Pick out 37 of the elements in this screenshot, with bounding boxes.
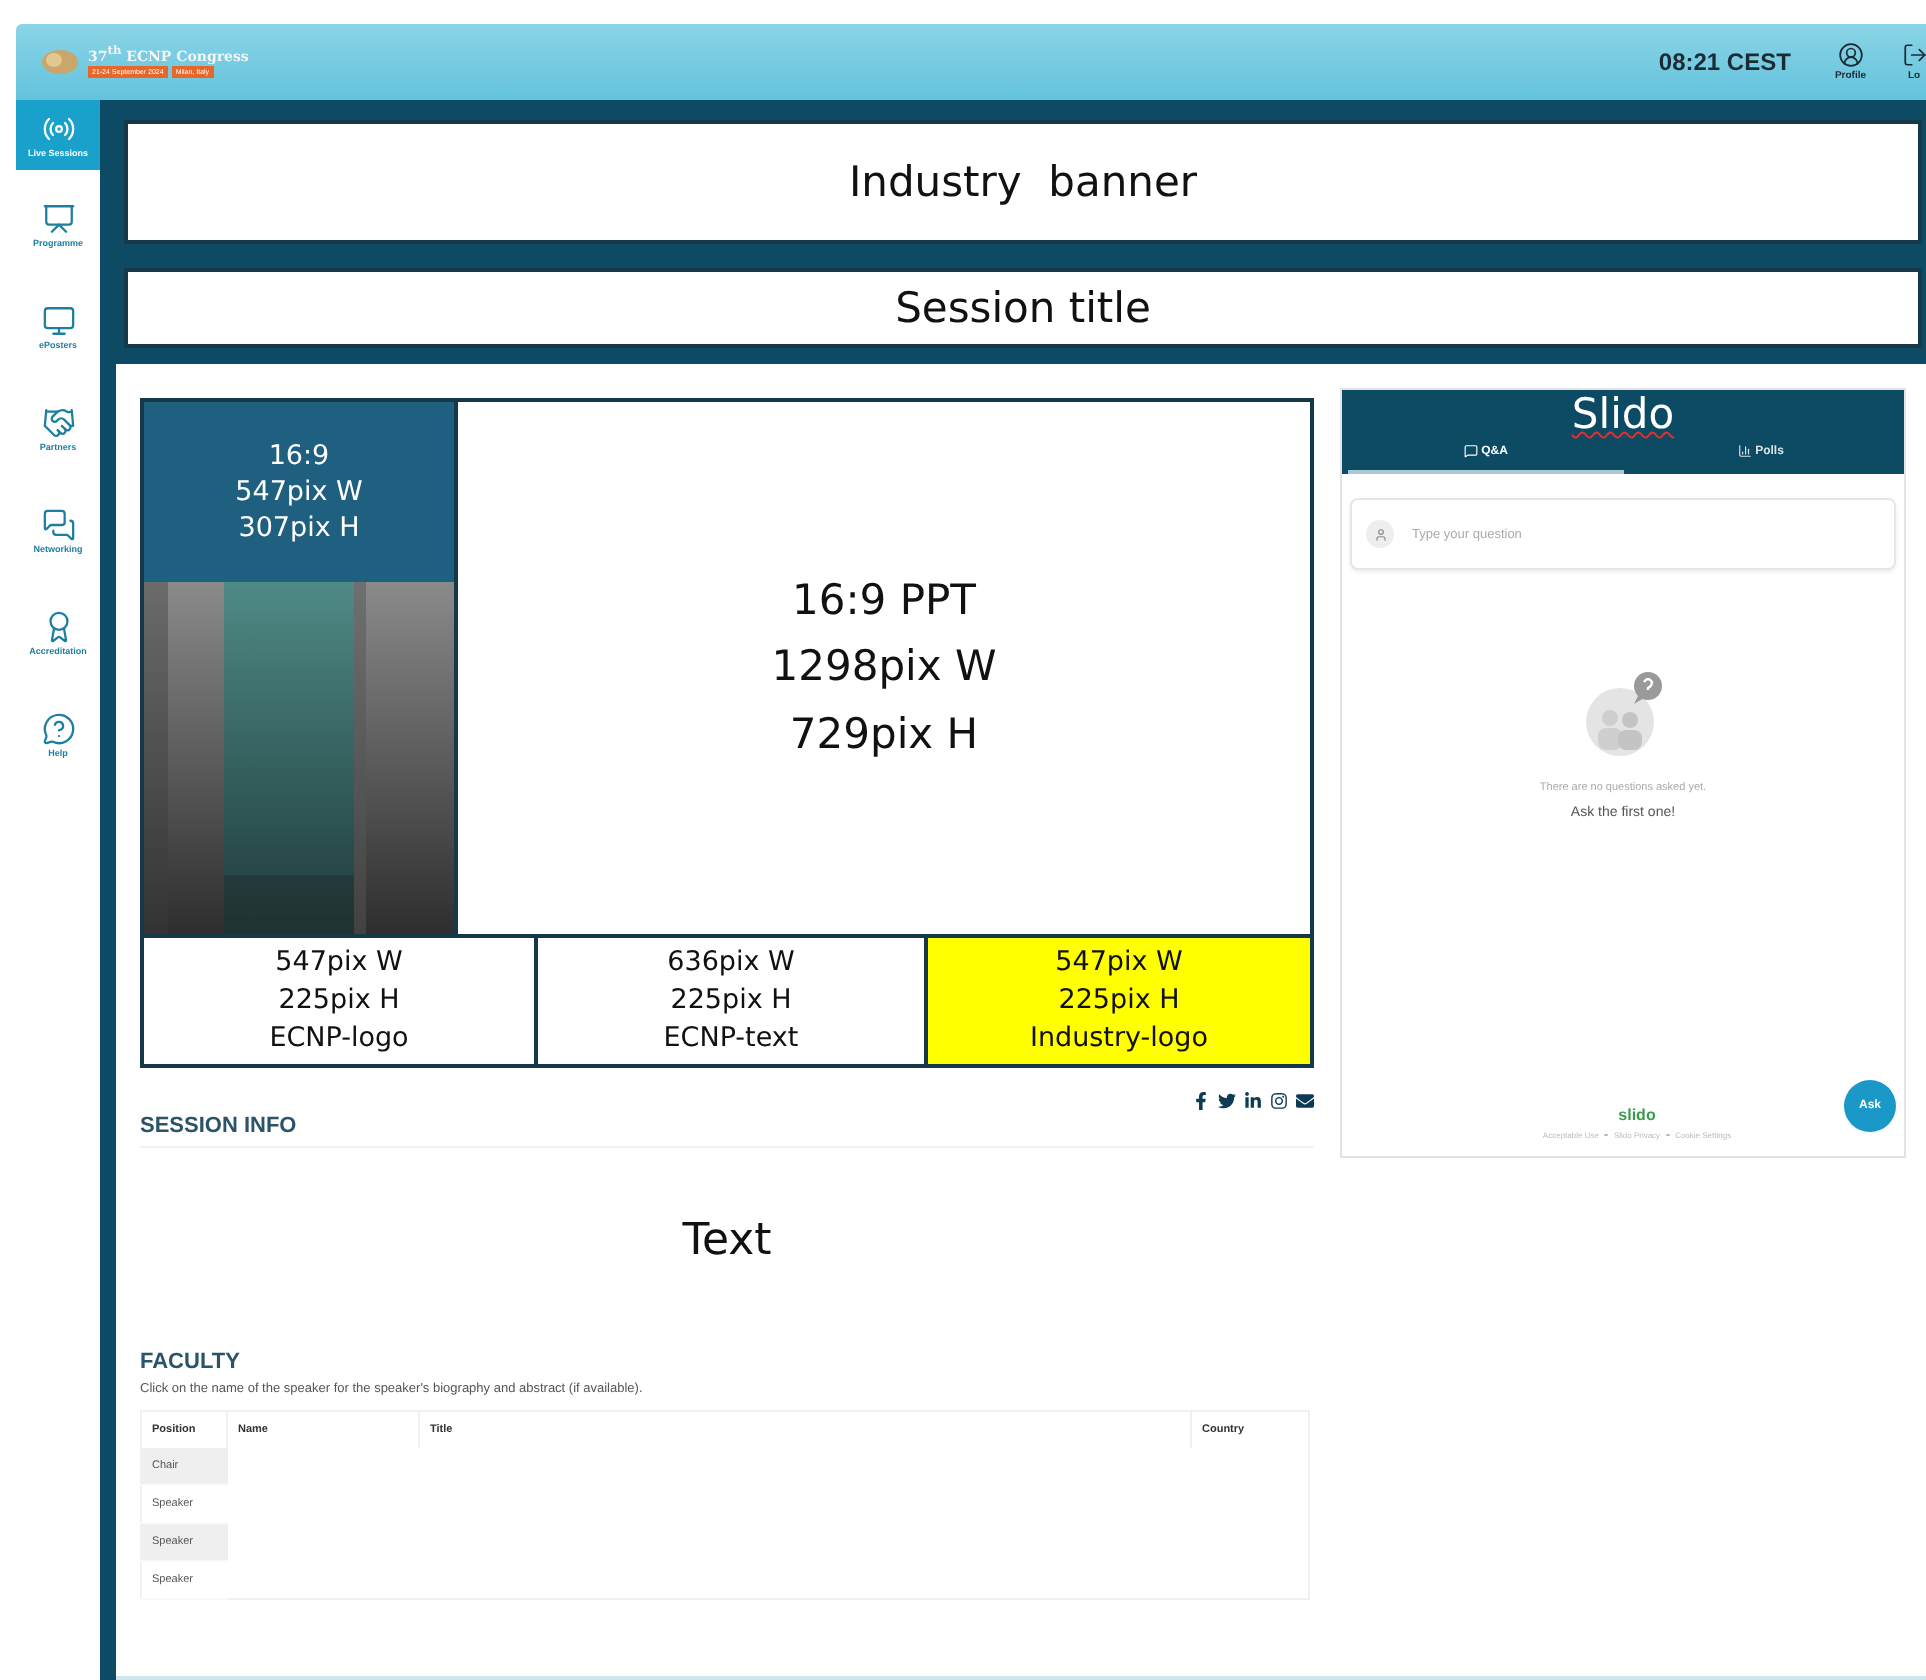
share-link[interactable] [1296, 1092, 1314, 1110]
help-icon [41, 711, 75, 746]
dimension-label: 307pix H [238, 510, 360, 547]
instagram-icon [1270, 1092, 1288, 1110]
dimension-label: 729pix H [789, 707, 979, 762]
slido-logo: slido [1618, 1106, 1656, 1124]
share-link[interactable] [1244, 1092, 1262, 1110]
slido-title: Slido [1571, 390, 1675, 439]
facebook-icon [1192, 1092, 1210, 1110]
dimension-label: 1298pix W [771, 640, 997, 695]
logout-icon [1902, 42, 1926, 68]
dimension-label: 16:9 [268, 437, 330, 474]
twitter-icon [1218, 1092, 1236, 1110]
share-link[interactable] [1192, 1092, 1210, 1110]
share-link[interactable] [1270, 1092, 1288, 1110]
industry-banner: Industry banner [124, 120, 1922, 244]
dimension-label: 16:9 PPT [792, 573, 976, 628]
share-link[interactable] [1218, 1092, 1236, 1110]
chat-icon [1463, 444, 1478, 459]
logo-slot: 547pix W 225pix H Industry-logo [924, 938, 1310, 1064]
session-text: Text [682, 1216, 772, 1266]
screen-icon [41, 303, 75, 338]
section-heading: FACULTY [140, 1350, 242, 1374]
presentation-icon [41, 201, 75, 236]
brain-logo-icon [40, 47, 80, 76]
clock-time: 08:21 CEST [1658, 48, 1791, 76]
linkedin-icon [1244, 1092, 1262, 1110]
people-question-icon [1583, 670, 1663, 759]
profile-icon [1837, 42, 1864, 68]
handshake-icon [41, 405, 75, 440]
dimension-label: 547pix W [235, 473, 363, 511]
chat-icon [41, 507, 75, 542]
section-heading: SESSION INFO [140, 1114, 297, 1138]
email-icon [1296, 1092, 1314, 1110]
bar-chart-icon [1737, 444, 1752, 459]
session-title: Session title [124, 268, 1922, 348]
broadcast-icon [41, 112, 75, 146]
